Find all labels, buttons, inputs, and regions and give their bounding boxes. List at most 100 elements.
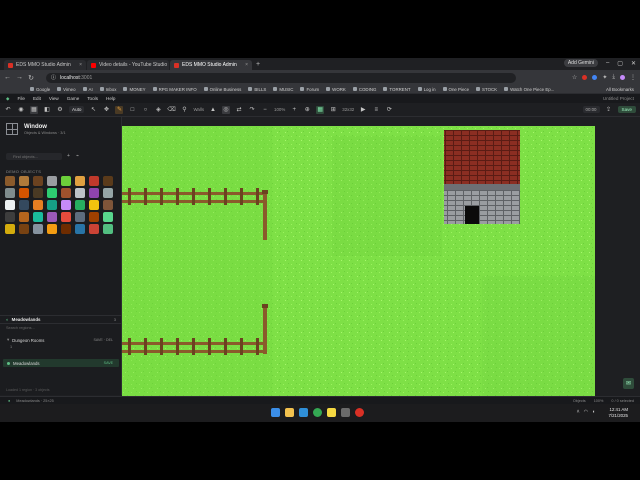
puzzle-icon[interactable]: ✦	[602, 74, 607, 81]
vscode-icon[interactable]	[299, 408, 308, 417]
back-icon[interactable]: ←	[4, 74, 11, 81]
fit-icon[interactable]: ⊕	[303, 106, 311, 114]
object-tile[interactable]	[5, 224, 15, 234]
circle-icon[interactable]: ○	[141, 106, 149, 114]
layer-up-icon[interactable]: ▲	[209, 106, 217, 114]
bookmark-item[interactable]: TORRENT	[383, 87, 411, 92]
object-tile[interactable]	[5, 176, 15, 186]
layer-icon[interactable]: ▦	[30, 105, 38, 114]
object-tile[interactable]	[5, 188, 15, 198]
object-tile[interactable]	[5, 200, 15, 210]
export-icon[interactable]: ⇪	[605, 106, 613, 114]
object-tile[interactable]	[103, 188, 113, 198]
start-icon[interactable]	[271, 408, 280, 417]
bookmark-item[interactable]: CODING	[352, 87, 376, 92]
object-tile[interactable]	[89, 176, 99, 186]
region-meadowlands[interactable]: Meadowlands SAVE	[3, 359, 119, 367]
bookmark-item[interactable]: Watch One Piece Ep...	[504, 87, 554, 92]
refresh-icon[interactable]: ⟳	[385, 106, 393, 114]
wifi-icon[interactable]: ◠	[584, 409, 588, 415]
object-tile[interactable]	[61, 224, 71, 234]
object-tile[interactable]	[89, 200, 99, 210]
bookmark-item[interactable]: Forum	[300, 87, 319, 92]
undo-icon[interactable]: ↶	[4, 106, 12, 114]
layers-icon[interactable]: ≡	[372, 106, 380, 114]
object-tile[interactable]	[33, 224, 43, 234]
pencil-icon[interactable]: ✎	[115, 105, 124, 114]
zoom-in-icon[interactable]: +	[290, 106, 298, 114]
object-tile[interactable]	[89, 188, 99, 198]
tab-youtube-studio[interactable]: Video details - YouTube Studio ×	[87, 60, 169, 70]
mode-select[interactable]: Auto	[69, 106, 85, 113]
object-tile[interactable]	[75, 224, 85, 234]
bookmark-item[interactable]: Inbox	[99, 87, 116, 92]
bookmark-item[interactable]: STOCK	[476, 87, 497, 92]
menu-tools[interactable]: Tools	[87, 96, 98, 101]
menu-icon[interactable]: ⋮	[630, 74, 636, 81]
object-tile[interactable]	[19, 176, 29, 186]
save-button[interactable]: Save	[617, 106, 636, 113]
volume-icon[interactable]: ◖	[592, 409, 595, 415]
eyedropper-icon[interactable]: ⚲	[180, 106, 188, 114]
object-tile[interactable]	[47, 200, 57, 210]
hand-icon[interactable]: ✥	[102, 106, 110, 114]
object-tile[interactable]	[33, 212, 43, 222]
chat-icon[interactable]: ✉	[623, 378, 634, 389]
object-tile[interactable]	[47, 176, 57, 186]
menu-game[interactable]: Game	[67, 96, 80, 101]
bookmark-item[interactable]: WORK	[326, 87, 346, 92]
taskbar-clock[interactable]: 12:41 AM 7/21/2025	[608, 407, 628, 419]
settings-icon[interactable]: ⚙	[56, 106, 64, 114]
object-tile[interactable]	[33, 176, 43, 186]
snap-icon[interactable]: ⊞	[329, 106, 337, 114]
settings-gear-icon[interactable]	[341, 408, 350, 417]
object-tile[interactable]	[47, 188, 57, 198]
object-tile[interactable]	[61, 188, 71, 198]
close-icon[interactable]: ×	[79, 62, 82, 68]
forward-icon[interactable]: →	[16, 74, 23, 81]
avatar[interactable]	[620, 75, 625, 80]
tab-admin-1[interactable]: EDS MMO Studio Admin ×	[4, 60, 86, 70]
site-info-icon[interactable]: ⓘ	[51, 74, 56, 81]
extension-icon[interactable]	[592, 75, 598, 80]
object-tile[interactable]	[19, 200, 29, 210]
select-icon[interactable]: ↖	[89, 106, 97, 114]
maximize-icon[interactable]: ▢	[617, 60, 623, 67]
object-tile[interactable]	[103, 224, 113, 234]
tab-admin-2[interactable]: EDS MMO Studio Admin ×	[170, 60, 252, 70]
object-tile[interactable]	[103, 176, 113, 186]
zoom-out-icon[interactable]: −	[261, 106, 269, 114]
object-search-input[interactable]: Find objects...	[6, 153, 62, 160]
bookmark-item[interactable]: Vimeo	[57, 87, 76, 92]
new-tab-button[interactable]: +	[256, 60, 260, 70]
bookmark-item[interactable]: Log in	[417, 87, 436, 92]
gemini-button[interactable]: Add Gemini	[563, 59, 598, 67]
object-tile[interactable]	[61, 200, 71, 210]
region-search-input[interactable]: Search regions...	[6, 326, 35, 330]
object-tile[interactable]	[103, 200, 113, 210]
star-icon[interactable]: ☆	[572, 74, 577, 81]
app-icon[interactable]	[355, 408, 364, 417]
download-icon[interactable]: ⤓	[612, 74, 615, 81]
bookmark-item[interactable]: Google	[30, 87, 50, 92]
menu-help[interactable]: Help	[106, 96, 115, 101]
minimize-icon[interactable]: –	[606, 60, 609, 66]
bookmark-item[interactable]: MUSIC	[273, 87, 293, 92]
object-tile[interactable]	[33, 188, 43, 198]
reload-icon[interactable]: ↻	[28, 74, 34, 82]
object-tile[interactable]	[47, 224, 57, 234]
object-tile[interactable]	[75, 188, 85, 198]
regions-header[interactable]: ◐ Meadowlands 3	[0, 315, 122, 324]
address-bar[interactable]: ⓘ localhost:3001	[46, 72, 516, 83]
object-tile[interactable]	[75, 200, 85, 210]
object-tile[interactable]	[19, 224, 29, 234]
extension-icon[interactable]	[582, 75, 588, 80]
file-explorer-icon[interactable]	[285, 408, 294, 417]
grid-icon[interactable]: ▦	[316, 105, 325, 114]
eye-icon[interactable]: ◉	[17, 106, 25, 114]
bookmark-item[interactable]: RPG MAKER INFO	[152, 87, 197, 92]
object-tile[interactable]	[89, 224, 99, 234]
object-tile[interactable]	[61, 212, 71, 222]
redo-icon[interactable]: ↷	[248, 106, 256, 114]
rectangle-icon[interactable]: □	[128, 106, 136, 114]
